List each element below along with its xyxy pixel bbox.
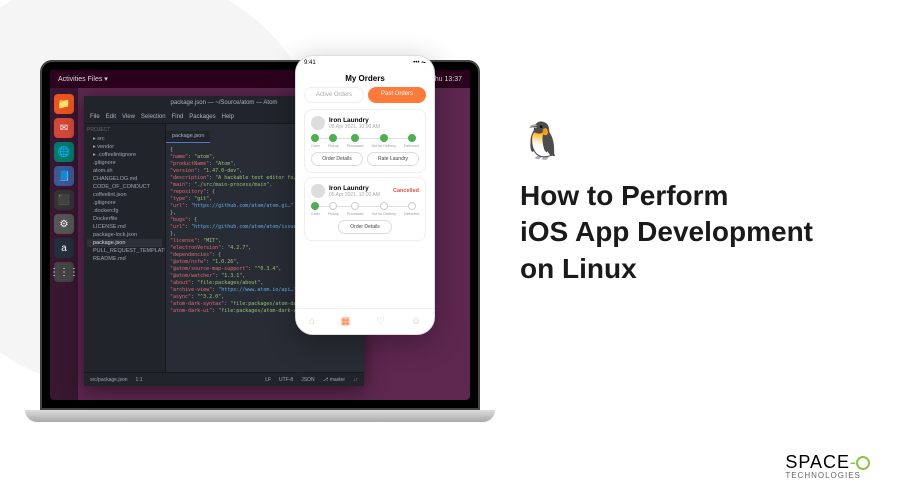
headline-line: on Linux [520,251,813,287]
menu-item[interactable]: Selection [141,114,166,120]
menu-item[interactable]: Packages [189,114,215,120]
spaceo-logo: SPACE - TECHNOLOGIES [785,452,870,480]
dock-icon[interactable]: ⬛ [54,190,74,210]
dock-icon[interactable]: 🌐 [54,142,74,162]
topbar-time: Thu 13:37 [430,76,462,83]
atom-title: package.json — ~/Source/atom — Atom [171,100,278,106]
tree-file[interactable]: Dockerfile [87,215,162,223]
orders-icon[interactable]: ▦ [341,316,350,327]
phone-statusbar: 9:41 ••• ⏦ [296,56,434,70]
step: Order [311,202,320,216]
dock-icon[interactable]: 📁 [54,94,74,114]
iphone-mockup: 9:41 ••• ⏦ My Orders Active Orders Past … [295,55,435,335]
tree-file[interactable]: PULL_REQUEST_TEMPLATE [87,247,162,255]
tux-icon: 🐧 [520,120,813,162]
status-item: JSON [301,377,314,383]
tree-file[interactable]: ▸ src [87,135,162,143]
atom-statusbar: src/package.json 1:1 LF UTF-8 JSON ⎇ master ↓… [84,372,364,386]
headline-line: iOS App Development [520,214,813,250]
step: Out for Delivery [372,202,396,216]
tree-file[interactable]: package-lock.json [87,231,162,239]
order-tabs: Active Orders Past Orders [296,87,434,103]
dock-icon[interactable]: ✉ [54,118,74,138]
menu-item[interactable]: Help [222,114,234,120]
order-progress: Order Pickup Processed Out for Delivery Deli… [311,134,419,148]
status-item: LF [265,377,271,383]
dock-icon[interactable]: a [54,238,74,258]
tree-file[interactable]: LICENSE.md [87,223,162,231]
phone-title: My Orders [296,70,434,87]
order-details-button[interactable]: Order Details [338,220,392,234]
status-item: ⎇ master [323,377,345,383]
tree-file[interactable]: .dockercfg [87,207,162,215]
phone-signal: ••• ⏦ [413,60,426,67]
tree-header: Project [87,127,162,133]
order-name: Iron Laundry [329,185,380,192]
tree-file[interactable]: ▸ .coffeelintignore [87,151,162,159]
dock-icon[interactable]: ⋮⋮⋮ [54,262,74,282]
logo-text: SPACE [785,452,850,473]
order-progress: Order Pickup Processed Out for Delivery Deli… [311,202,419,216]
tree-file[interactable]: README.md [87,255,162,263]
status-item: 1:1 [136,377,143,383]
step: Delivered [404,134,419,148]
tree-file[interactable]: atom.sh [87,167,162,175]
status-item: UTF-8 [279,377,293,383]
step: Delivered [404,202,419,216]
status-item: src/package.json [90,377,128,383]
menu-item[interactable]: Edit [106,114,116,120]
avatar-icon [311,184,325,198]
step: Pickup [328,134,339,148]
atom-tab[interactable]: package.json [166,131,210,143]
step: Out for Delivery [372,134,396,148]
menu-item[interactable]: File [90,114,100,120]
phone-bottom-nav: ⌂ ▦ ♡ ☺ [296,308,434,334]
tree-file[interactable]: .gitignore [87,159,162,167]
phone-time: 9:41 [304,60,316,66]
home-icon[interactable]: ⌂ [309,316,315,327]
topbar-left: Activities Files ▾ [58,75,108,83]
step: Pickup [328,202,339,216]
tab-active-orders[interactable]: Active Orders [304,87,364,103]
ubuntu-dock: 📁 ✉ 🌐 📘 ⬛ ⚙ a ⋮⋮⋮ [50,88,78,400]
order-details-button[interactable]: Order Details [311,152,363,166]
step: Order [311,134,320,148]
tree-file[interactable]: package.json [87,239,162,247]
menu-item[interactable]: View [122,114,135,120]
tree-file[interactable]: CODE_OF_CONDUCT [87,183,162,191]
cancelled-badge: Cancelled [393,188,419,194]
atom-tree-view: Project ▸ src▸ vendor▸ .coffeelintignore… [84,124,166,372]
order-date: 05 Apr 2021, 10:00 AM [329,192,380,198]
menu-item[interactable]: Find [172,114,184,120]
avatar-icon [311,116,325,130]
dock-icon[interactable]: 📘 [54,166,74,186]
laptop-base [25,410,495,422]
tree-file[interactable]: ▸ vendor [87,143,162,151]
tree-file[interactable]: coffeelint.json [87,191,162,199]
order-name: Iron Laundry [329,117,380,124]
profile-icon[interactable]: ☺ [411,316,421,327]
step: Processed [347,134,364,148]
dock-icon[interactable]: ⚙ [54,214,74,234]
tree-file[interactable]: .gitignore [87,199,162,207]
headline-line: How to Perform [520,178,813,214]
tree-file[interactable]: CHANGELOG.md [87,175,162,183]
order-card: Iron Laundry 05 Apr 2021, 10:00 AM Cance… [304,177,426,241]
order-date: 05 Apr 2021, 10:00 AM [329,124,380,130]
notifications-icon[interactable]: ♡ [376,316,385,327]
logo-subtext: TECHNOLOGIES [785,471,870,480]
rate-laundry-button[interactable]: Rate Laundry [367,152,419,166]
status-item: ↓↑ [353,377,358,383]
headline-block: 🐧 How to Perform iOS App Development on … [520,120,813,287]
step: Processed [347,202,364,216]
order-card: Iron Laundry 05 Apr 2021, 10:00 AM Order… [304,109,426,173]
logo-o-icon [856,456,870,470]
tab-past-orders[interactable]: Past Orders [368,87,426,103]
